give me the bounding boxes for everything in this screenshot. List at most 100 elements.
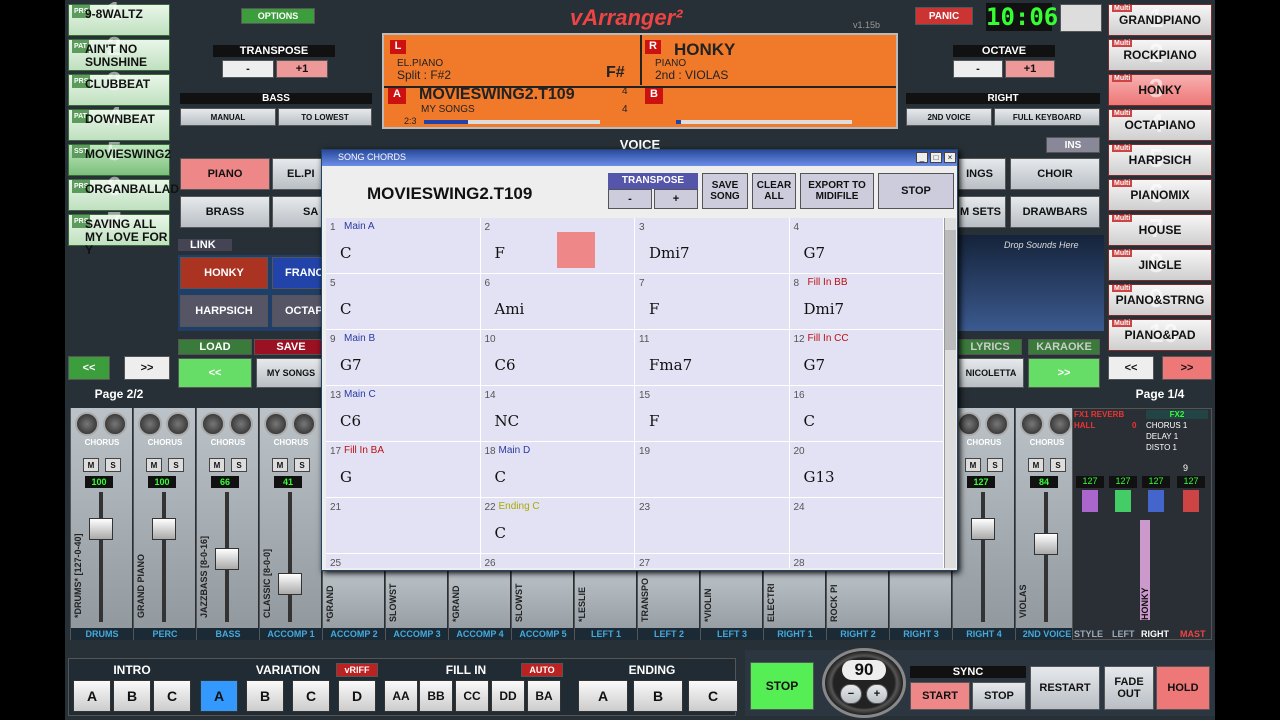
next-song-button[interactable]: >>	[1028, 358, 1100, 388]
tempo-dial[interactable]	[822, 648, 906, 718]
intro-button-a[interactable]: A	[73, 680, 111, 712]
dialog-transpose-plus[interactable]: +	[654, 189, 698, 209]
mute-button[interactable]: M	[965, 458, 981, 472]
minimize-icon[interactable]: _	[916, 152, 928, 163]
mute-button[interactable]: M	[272, 458, 288, 472]
intro-button-c[interactable]: C	[153, 680, 191, 712]
chord-cell[interactable]: 25	[326, 554, 481, 568]
fadeout-button[interactable]: FADE OUT	[1104, 666, 1154, 710]
chord-cell[interactable]: 18 Main D C	[480, 442, 635, 498]
master-fader[interactable]	[1183, 490, 1199, 512]
chord-cell[interactable]: 3 Dmi7	[635, 218, 790, 274]
sync-stop-button[interactable]: STOP	[972, 682, 1026, 710]
chorus-knob[interactable]	[985, 412, 1009, 436]
transpose-plus-button[interactable]: +1	[276, 60, 328, 78]
octave-plus-button[interactable]: +1	[1005, 60, 1055, 78]
dialog-stop-button[interactable]: STOP	[878, 173, 954, 209]
mysongs-button[interactable]: MY SONGS	[256, 358, 326, 388]
chord-cell[interactable]: 8 Fill In BB Dmi7	[789, 274, 944, 330]
load-prev-button[interactable]: <<	[178, 358, 252, 388]
chorus-knob[interactable]	[1048, 412, 1072, 436]
reverb-knob[interactable]	[201, 412, 225, 436]
var-button-c[interactable]: C	[292, 680, 330, 712]
dialog-export-button[interactable]: EXPORT TO MIDIFILE	[800, 173, 874, 209]
volume-fader[interactable]	[1034, 533, 1058, 555]
end-button-b[interactable]: B	[633, 680, 683, 712]
var-button-d[interactable]: D	[338, 680, 376, 712]
ins-button[interactable]: INS	[1046, 137, 1100, 153]
mute-button[interactable]: M	[209, 458, 225, 472]
var-button-a[interactable]: A	[200, 680, 238, 712]
close-icon[interactable]: ×	[944, 152, 956, 163]
volume-fader[interactable]	[152, 518, 176, 540]
voice-drawbars-button[interactable]: DRAWBARS	[1010, 196, 1100, 228]
dialog-scrollbar[interactable]	[944, 218, 956, 568]
reverb-knob[interactable]	[138, 412, 162, 436]
transpose-minus-button[interactable]: -	[222, 60, 274, 78]
chord-cell[interactable]: 7F	[635, 274, 790, 330]
mute-button[interactable]: M	[146, 458, 162, 472]
chord-cell[interactable]: 1 Main A C	[326, 218, 481, 274]
bass-manual-button[interactable]: MANUAL	[180, 108, 276, 126]
tempo-plus-button[interactable]: +	[866, 684, 888, 704]
left-prev-button[interactable]: <<	[68, 356, 110, 380]
window-controls[interactable]	[1060, 4, 1102, 32]
chord-cell[interactable]: 21	[326, 498, 481, 554]
voice-slot-9[interactable]: Multi 9 PIANO&STRNG	[1108, 283, 1212, 316]
solo-button[interactable]: S	[231, 458, 247, 472]
chord-cell[interactable]: 14 NC	[480, 386, 635, 442]
voice-slot-4[interactable]: Multi 4 OCTAPIANO	[1108, 108, 1212, 141]
fill-button-bb[interactable]: BB	[419, 680, 453, 712]
chord-cell[interactable]: 15 F	[635, 386, 790, 442]
chorus-knob[interactable]	[166, 412, 190, 436]
end-button-c[interactable]: C	[688, 680, 738, 712]
voice-brass-button[interactable]: BRASS	[180, 196, 270, 228]
intro-button-b[interactable]: B	[113, 680, 151, 712]
chorus-knob[interactable]	[229, 412, 253, 436]
sync-start-button[interactable]: START	[910, 682, 970, 710]
chord-cell[interactable]: 2F	[480, 218, 635, 274]
solo-button[interactable]: S	[987, 458, 1003, 472]
volume-fader[interactable]	[971, 518, 995, 540]
restart-button[interactable]: RESTART	[1030, 666, 1100, 710]
right-next-button[interactable]: >>	[1162, 356, 1212, 380]
nicoletta-button[interactable]: NICOLETTA	[958, 358, 1024, 388]
var-button-b[interactable]: B	[246, 680, 284, 712]
mute-button[interactable]: M	[83, 458, 99, 472]
chord-cell[interactable]: 5C	[326, 274, 481, 330]
link-franc-button[interactable]: FRANC	[272, 257, 324, 289]
save-button[interactable]: SAVE	[254, 339, 328, 355]
chord-cell[interactable]: 26	[480, 554, 635, 568]
chord-cell[interactable]: 9 Main B G7	[326, 330, 481, 386]
hold-button[interactable]: HOLD	[1156, 666, 1210, 710]
link-octap-button[interactable]: OCTAP	[272, 295, 323, 327]
full-keyboard-button[interactable]: FULL KEYBOARD	[994, 108, 1100, 126]
auto-button[interactable]: AUTO	[521, 663, 563, 677]
voice-sax-button[interactable]: SA	[272, 196, 322, 228]
solo-button[interactable]: S	[1050, 458, 1066, 472]
solo-button[interactable]: S	[105, 458, 121, 472]
right-prev-button[interactable]: <<	[1108, 356, 1154, 380]
options-button[interactable]: OPTIONS	[241, 8, 315, 24]
chord-cell[interactable]: 16 C	[789, 386, 944, 442]
link-harpsich-button[interactable]: HARPSICH	[180, 295, 268, 327]
second-voice-button[interactable]: 2ND VOICE	[906, 108, 992, 126]
solo-button[interactable]: S	[294, 458, 310, 472]
voice-strings-button[interactable]: INGS	[958, 158, 1006, 190]
lyrics-button[interactable]: LYRICS	[958, 339, 1022, 355]
chord-cell[interactable]: 4 G7	[789, 218, 944, 274]
fill-button-dd[interactable]: DD	[491, 680, 525, 712]
dialog-clear-button[interactable]: CLEAR ALL	[752, 173, 796, 209]
load-button[interactable]: LOAD	[178, 339, 252, 355]
end-button-a[interactable]: A	[578, 680, 628, 712]
dialog-transpose-minus[interactable]: -	[608, 189, 652, 209]
reverb-knob[interactable]	[264, 412, 288, 436]
chord-cell[interactable]: 13 Main C C6	[326, 386, 481, 442]
chorus-knob[interactable]	[292, 412, 316, 436]
right-fader[interactable]	[1148, 490, 1164, 512]
solo-button[interactable]: S	[168, 458, 184, 472]
voice-slot-3[interactable]: Multi 3 HONKY	[1108, 73, 1212, 106]
voice-piano-button[interactable]: PIANO	[180, 158, 270, 190]
left-next-button[interactable]: >>	[124, 356, 170, 380]
style-slot-7[interactable]: PRS 7 SAVING ALL MY LOVE FOR Y	[68, 208, 170, 257]
